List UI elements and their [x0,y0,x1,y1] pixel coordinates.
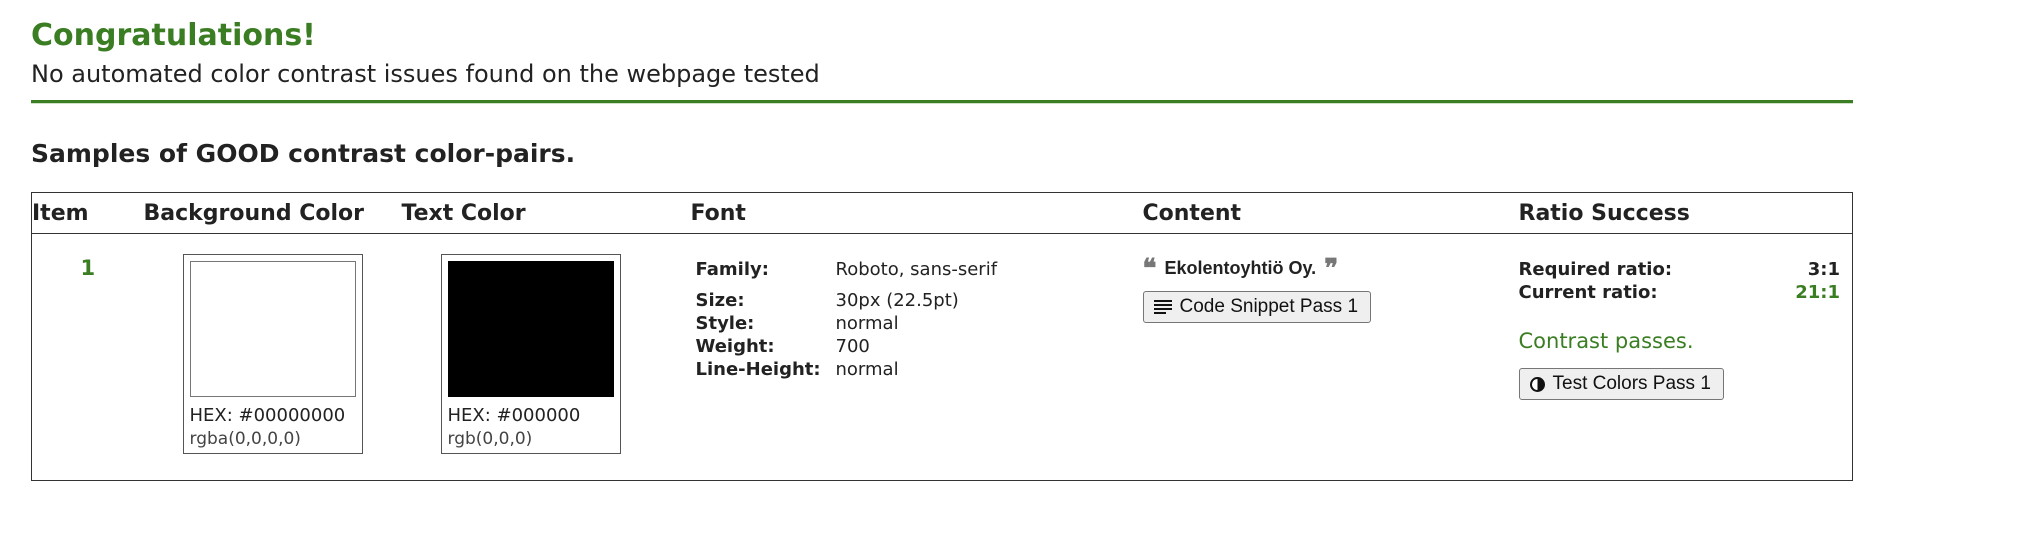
current-ratio-value: 21:1 [1795,282,1840,303]
required-ratio-label: Required ratio: [1518,259,1673,280]
header-content: Content [1132,192,1513,234]
font-details: Family: Roboto, sans-serif Size: 30px (2… [696,258,1133,381]
ratio-cell: Required ratio: 3:1 Current ratio: 21:1 … [1513,234,1853,481]
text-color-cell: HEX: #000000 rgb(0,0,0) [402,234,660,481]
contrast-icon [1529,376,1545,392]
font-cell: Family: Roboto, sans-serif Size: 30px (2… [660,234,1133,481]
test-colors-button[interactable]: Test Colors Pass 1 [1518,368,1724,400]
background-swatch-card: HEX: #00000000 rgba(0,0,0,0) [182,254,363,454]
font-size-row: Size: 30px (22.5pt) [696,289,1133,312]
font-family-row: Family: Roboto, sans-serif [696,258,1133,281]
content-sample-text: Ekolentoyhtiö Oy. [1164,258,1317,278]
background-color-swatch [189,261,356,397]
ratio-details: Required ratio: 3:1 Current ratio: 21:1 … [1518,258,1841,400]
font-style-value: normal [835,313,899,334]
background-color-cell: HEX: #00000000 rgba(0,0,0,0) [144,234,402,481]
results-table: Item Background Color Text Color Font Co… [31,192,1853,481]
text-color-swatch [447,261,614,397]
header-background-color: Background Color [143,192,402,234]
line-height-value: normal [835,359,899,380]
test-colors-button-label: Test Colors Pass 1 [1552,373,1711,394]
font-size-label: Size: [695,290,745,311]
header-ratio-success: Ratio Success [1512,192,1853,234]
summary-heading: Congratulations! [31,18,316,53]
quote-close-icon: ❞ [1324,253,1339,284]
summary-message: No automated color contrast issues found… [31,60,820,88]
item-cell: 1 [32,234,144,481]
font-size-value: 30px (22.5pt) [835,290,959,311]
contrast-status: Contrast passes. [1518,329,1694,353]
header-font: Font [659,192,1133,234]
align-justify-icon [1153,300,1172,314]
font-family-label: Family: [695,259,769,280]
report-container: Congratulations! No automated color cont… [31,0,1853,481]
background-rgba: rgba(0,0,0,0) [189,429,301,449]
table-header-row: Item Background Color Text Color Font Co… [31,192,1853,234]
font-family-value: Roboto, sans-serif [835,259,998,280]
required-ratio-row: Required ratio: 3:1 [1519,258,1841,281]
font-style-label: Style: [695,313,755,334]
current-ratio-row: Current ratio: 21:1 [1519,281,1841,304]
font-weight-row: Weight: 700 [696,335,1133,358]
section-title: Samples of GOOD contrast color-pairs. [31,139,576,168]
quote-open-icon: ❝ [1142,253,1157,284]
item-number: 1 [80,256,96,280]
background-hex: HEX: #00000000 [189,405,346,426]
required-ratio-value: 3:1 [1807,259,1840,280]
content-sample: ❝ Ekolentoyhtiö Oy. ❞ [1142,253,1513,284]
code-snippet-button[interactable]: Code Snippet Pass 1 [1142,291,1372,323]
font-style-row: Style: normal [696,312,1133,335]
font-weight-value: 700 [835,336,870,357]
header-text-color: Text Color [401,192,660,234]
table-row: 1 HEX: #00000000 rgba(0,0,0,0) HEX: #000… [32,234,1853,481]
divider [31,100,1853,104]
current-ratio-label: Current ratio: [1518,282,1658,303]
text-rgb: rgb(0,0,0) [447,429,533,449]
line-height-row: Line-Height: normal [696,358,1133,381]
font-weight-label: Weight: [695,336,775,357]
text-hex: HEX: #000000 [447,405,581,426]
line-height-label: Line-Height: [695,359,821,380]
text-swatch-card: HEX: #000000 rgb(0,0,0) [440,254,621,454]
code-snippet-button-label: Code Snippet Pass 1 [1179,296,1359,317]
content-cell: ❝ Ekolentoyhtiö Oy. ❞ Code Snippet Pass … [1133,234,1513,481]
header-item: Item [31,192,144,234]
